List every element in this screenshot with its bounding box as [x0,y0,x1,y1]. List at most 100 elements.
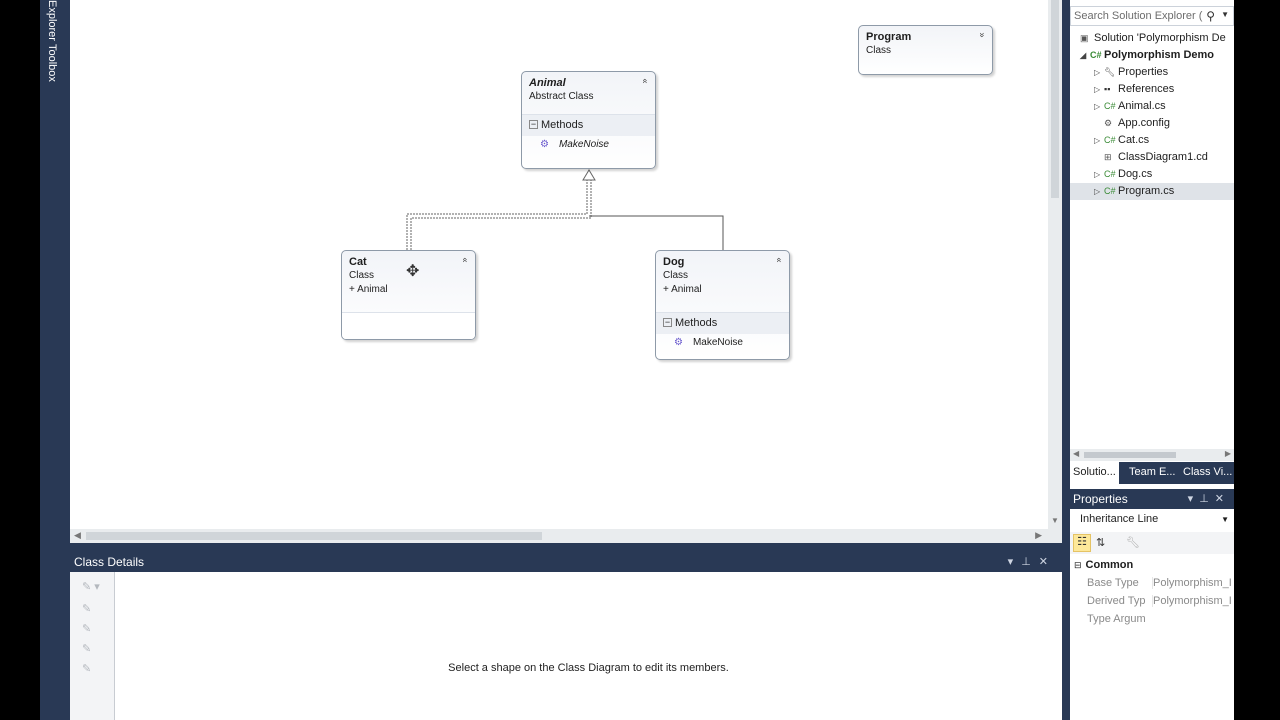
categorized-icon[interactable]: ☷ [1073,534,1091,552]
section-label: Methods [541,119,584,131]
scroll-thumb[interactable] [86,532,542,540]
dropdown-icon[interactable]: ▾ [1188,493,1200,505]
property-name: Derived Typ [1087,595,1146,607]
tree-node-solution[interactable]: ▣ Solution 'Polymorphism De [1070,30,1234,47]
window-edge [1234,0,1280,720]
inheritance-line-cat[interactable] [406,180,588,250]
pin-icon[interactable]: ⊥ [1021,556,1039,568]
tab-toolbox[interactable]: Toolbox [46,44,58,82]
collapse-section-icon[interactable]: − [529,120,538,129]
scroll-right-arrow-icon[interactable]: ▶ [1035,530,1042,541]
expanded-arrow-icon[interactable]: ◢ [1080,51,1090,60]
class-shape-dog[interactable]: Dog Class + Animal « − Methods ⚙ MakeNoise [655,250,790,360]
tree-node-properties[interactable]: ▷ 🔧︎ Properties [1070,64,1234,81]
collapsed-arrow-icon[interactable]: ▷ [1094,187,1104,196]
diagram-vertical-scrollbar[interactable]: ▼ [1048,0,1062,529]
panel-title: Class Details [74,555,145,569]
class-shape-program[interactable]: Program Class » [858,25,993,75]
new-method-icon[interactable]: ✎ [82,602,91,615]
pin-icon[interactable]: ⊥ [1199,493,1215,505]
tab-solution-explorer-side[interactable]: Explorer [46,0,58,41]
chevron-down-icon[interactable]: ▼ [1221,515,1229,524]
collapse-section-icon[interactable]: − [663,318,672,327]
close-icon[interactable]: ✕ [1039,556,1056,568]
methods-section[interactable]: − Methods [656,312,789,334]
tab-class-view[interactable]: Class Vi... [1183,466,1232,478]
collapse-category-icon[interactable]: ⊟ [1074,560,1082,570]
collapsed-arrow-icon[interactable]: ▷ [1094,136,1104,145]
tree-node-animal-cs[interactable]: ▷ C# Animal.cs [1070,98,1234,115]
csharp-file-icon: C# [1104,101,1116,111]
class-name: Dog [663,256,685,268]
right-panel: Search Solution Explorer ( ⚲ ▼ ▣ Solution… [1070,0,1234,720]
expand-chevron-icon[interactable]: » [977,32,987,37]
inheritance-line-dog[interactable] [589,215,724,250]
scroll-left-arrow-icon[interactable]: ◀ [1073,449,1079,458]
new-field-icon[interactable]: ✎ [82,642,91,655]
wrench-icon: 🔧︎ [1104,67,1116,77]
tree-node-cat-cs[interactable]: ▷ C# Cat.cs [1070,132,1234,149]
collapsed-arrow-icon[interactable]: ▷ [1094,102,1104,111]
diagram-horizontal-scrollbar[interactable]: ◀ ▶ [70,529,1048,543]
property-value: Polymorphism_I [1152,595,1234,607]
tab-solution-explorer[interactable]: Solutio... [1070,462,1119,484]
new-property-icon[interactable]: ✎ [82,622,91,635]
tree-node-class-diagram[interactable]: ⊞ ClassDiagram1.cd [1070,149,1234,166]
collapse-chevron-icon[interactable]: « [460,257,470,262]
property-name: Type Argum [1087,613,1146,625]
tree-node-program-cs[interactable]: ▷ C# Program.cs [1070,183,1234,200]
collapsed-arrow-icon[interactable]: ▷ [1094,170,1104,179]
tree-node-references[interactable]: ▷ ▪▪ References [1070,81,1234,98]
methods-section[interactable]: − Methods [522,114,655,136]
tree-horizontal-scrollbar[interactable]: ◀ ▶ [1070,449,1234,461]
inheritance-arrowhead [582,169,596,181]
chevron-down-icon[interactable]: ▼ [1221,10,1229,19]
collapsed-arrow-icon[interactable]: ▷ [1094,85,1104,94]
class-kind: Abstract Class [529,91,594,102]
method-name: MakeNoise [692,337,743,348]
close-icon[interactable]: ✕ [1215,493,1230,505]
empty-state-hint: Select a shape on the Class Diagram to e… [448,662,729,674]
scroll-left-arrow-icon[interactable]: ◀ [74,530,81,541]
selected-object-label: Inheritance Line [1080,513,1159,525]
method-member[interactable]: ⚙ MakeNoise [522,136,655,156]
dropdown-icon[interactable]: ▾ [1008,556,1022,568]
csharp-file-icon: C# [1104,186,1116,196]
method-member[interactable]: ⚙ MakeNoise [656,334,789,354]
node-label: App.config [1118,117,1170,129]
horizontal-splitter[interactable] [70,543,1062,552]
property-pages-icon[interactable]: 🔧︎ [1126,536,1140,549]
class-shape-animal[interactable]: Animal Abstract Class « − Methods ⚙ MakeNo… [521,71,656,169]
properties-object-selector[interactable]: Inheritance Line ▼ [1070,510,1234,530]
property-row-derived-type[interactable]: Derived Typ Polymorphism_I [1070,593,1234,611]
property-category[interactable]: ⊟ Common [1070,557,1234,575]
property-row-base-type[interactable]: Base Type Polymorphism_I [1070,575,1234,593]
solution-search-input[interactable]: Search Solution Explorer ( ⚲ ▼ [1070,6,1234,26]
tree-node-project[interactable]: ◢ C# Polymorphism Demo [1070,47,1234,64]
scroll-right-arrow-icon[interactable]: ▶ [1225,449,1231,458]
class-details-title-bar: Class Details ▾⊥✕ [70,552,1062,572]
tree-node-app-config[interactable]: ⚙ App.config [1070,115,1234,132]
class-kind: Class [663,270,689,281]
solution-icon: ▣ [1080,33,1089,43]
class-diagram-canvas[interactable]: Program Class » Animal Abstract Class « … [70,0,1048,529]
class-shape-cat[interactable]: Cat Class + Animal « ✥ [341,250,476,340]
scroll-thumb[interactable] [1051,0,1059,198]
tab-team-explorer[interactable]: Team E... [1129,466,1175,478]
search-icon[interactable]: ⚲ [1206,9,1215,23]
properties-toolbar: ☷ ⇅ 🔧︎ [1070,532,1234,554]
explorer-tab-strip: Solutio... Team E... Class Vi... [1070,462,1234,484]
new-event-icon[interactable]: ✎ [82,662,91,675]
tree-node-dog-cs[interactable]: ▷ C# Dog.cs [1070,166,1234,183]
collapse-chevron-icon[interactable]: « [640,78,650,83]
collapsed-arrow-icon[interactable]: ▷ [1094,68,1104,77]
node-label: Cat.cs [1118,134,1150,146]
property-row-type-arguments[interactable]: Type Argum [1070,611,1234,629]
vertical-splitter[interactable] [1062,0,1070,720]
collapse-chevron-icon[interactable]: « [774,257,784,262]
new-member-icon[interactable]: ✎ ▾ [82,580,100,593]
scroll-thumb[interactable] [1084,452,1176,458]
alphabetical-icon[interactable]: ⇅ [1096,536,1105,549]
class-diagram-icon: ⊞ [1104,152,1112,162]
scroll-down-arrow-icon[interactable]: ▼ [1051,516,1059,525]
